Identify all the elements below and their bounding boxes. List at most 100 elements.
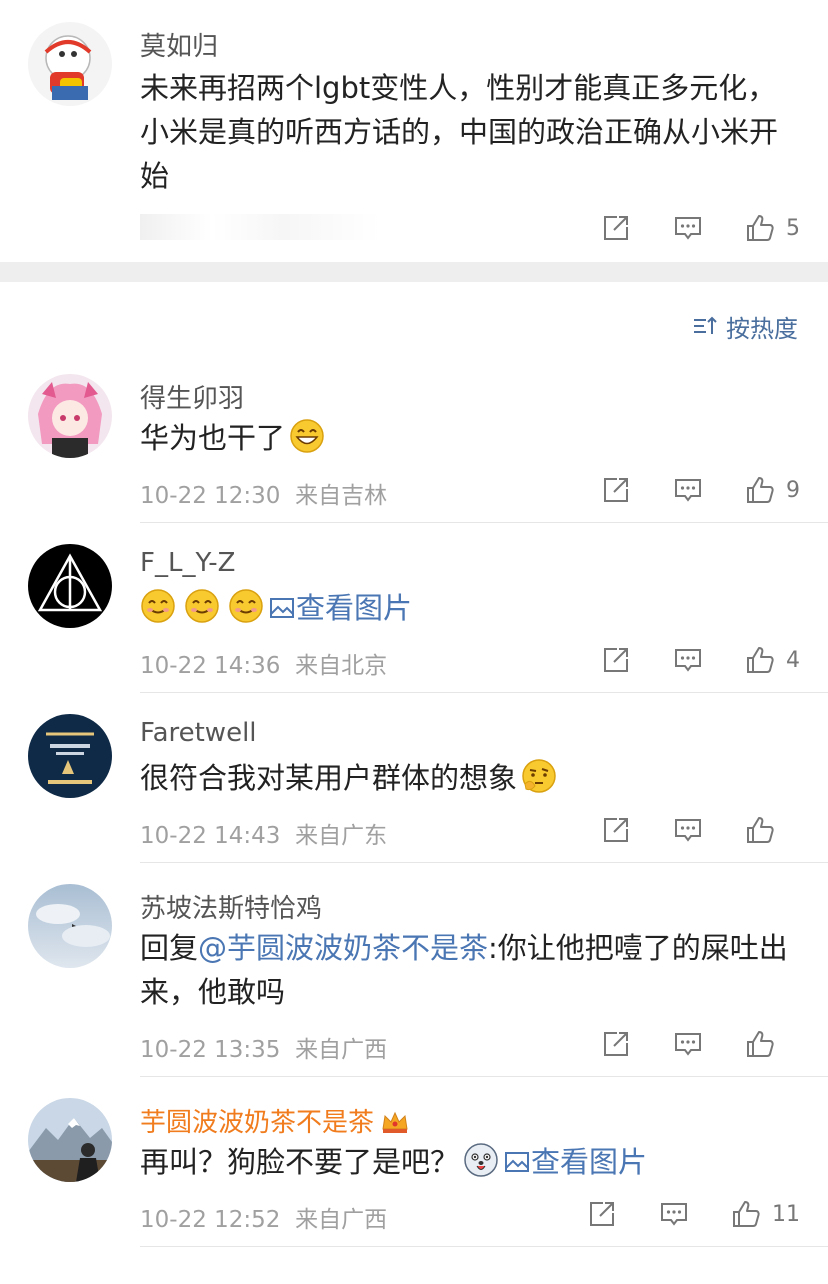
share-icon xyxy=(600,474,632,506)
like-button[interactable] xyxy=(744,1028,800,1060)
avatar[interactable] xyxy=(28,374,112,458)
comment-icon xyxy=(658,1198,690,1230)
comment-meta: 10-22 13:35 来自广西 xyxy=(140,1030,387,1064)
comment-author-name: 芋圆波波奶茶不是茶 xyxy=(140,1102,410,1139)
view-picture-link[interactable]: 查看图片 xyxy=(503,1145,647,1179)
comment-text: 很符合我对某用户群体的想象 xyxy=(140,756,800,800)
share-icon xyxy=(600,814,632,846)
comment-time: 10-22 14:43 xyxy=(140,823,281,849)
comment-text-content: 华为也干了 xyxy=(140,421,286,455)
comment-location: 来自广东 xyxy=(295,823,388,849)
thumbs-up-icon xyxy=(744,814,776,846)
doge-emoji-icon xyxy=(463,1142,499,1178)
comment-location: 来自广西 xyxy=(295,1207,388,1233)
smug-emoji-icon xyxy=(184,588,220,624)
like-button[interactable]: 4 xyxy=(744,644,800,676)
thumbs-up-icon xyxy=(744,644,776,676)
divider xyxy=(140,692,828,693)
comment-text-content: 很符合我对某用户群体的想象 xyxy=(140,761,518,795)
comment-text: 查看图片 xyxy=(140,586,800,630)
comment-icon xyxy=(672,1028,704,1060)
comment-text: 华为也干了 xyxy=(140,416,800,460)
comment-icon xyxy=(672,644,704,676)
share-button[interactable] xyxy=(600,212,632,244)
smug-emoji-icon xyxy=(228,588,264,624)
avatar[interactable] xyxy=(28,22,112,106)
like-button[interactable]: 5 xyxy=(744,212,800,244)
comment-actions: 11 xyxy=(546,1198,800,1230)
reply-button[interactable] xyxy=(672,1028,704,1060)
like-button[interactable]: 9 xyxy=(744,474,800,506)
share-button[interactable] xyxy=(586,1198,618,1230)
thumbs-up-icon xyxy=(744,212,776,244)
anime-girl-avatar-image xyxy=(28,374,112,458)
reply-button[interactable] xyxy=(672,814,704,846)
share-button[interactable] xyxy=(600,1028,632,1060)
like-count: 5 xyxy=(786,215,800,241)
reply-prefix: 回复 xyxy=(140,931,199,965)
view-picture-label: 查看图片 xyxy=(531,1145,648,1179)
grin-emoji-icon xyxy=(289,418,325,454)
comment-actions: 5 xyxy=(560,212,800,244)
comment-icon xyxy=(672,212,704,244)
reply-button[interactable] xyxy=(658,1198,690,1230)
share-icon xyxy=(600,1028,632,1060)
comment-meta: 10-22 12:52 来自广西 xyxy=(140,1200,387,1234)
avatar[interactable] xyxy=(28,714,112,798)
comment-time: 10-22 12:30 xyxy=(140,483,281,509)
mountain-photo-avatar-image xyxy=(28,1098,112,1182)
reply-button[interactable] xyxy=(672,212,704,244)
share-button[interactable] xyxy=(600,644,632,676)
view-picture-link[interactable]: 查看图片 xyxy=(268,591,412,625)
avatar[interactable] xyxy=(28,1098,112,1182)
mention-link[interactable]: @芋圆波波奶茶不是茶 xyxy=(198,931,488,965)
share-icon xyxy=(600,644,632,676)
comment-text-content: 再叫？狗脸不要了是吧？ xyxy=(140,1145,460,1179)
divider xyxy=(140,862,828,863)
thumbs-up-icon xyxy=(730,1198,762,1230)
sort-toggle[interactable]: 按热度 xyxy=(692,308,798,344)
comment-icon xyxy=(672,814,704,846)
reply-button[interactable] xyxy=(672,474,704,506)
avatar[interactable] xyxy=(28,884,112,968)
comment-actions xyxy=(560,814,800,846)
comment-meta: 10-22 14:43 来自广东 xyxy=(140,816,387,850)
comment-time: 10-22 12:52 xyxy=(140,1207,281,1233)
like-button[interactable]: 11 xyxy=(730,1198,800,1230)
sort-label: 按热度 xyxy=(726,314,798,343)
comment-actions xyxy=(560,1028,800,1060)
comment-location: 来自北京 xyxy=(295,653,388,679)
comment-text: 再叫？狗脸不要了是吧？ 查看图片 xyxy=(140,1140,800,1184)
sky-avatar-image xyxy=(28,884,112,968)
smug-emoji-icon xyxy=(140,588,176,624)
like-button[interactable] xyxy=(744,814,800,846)
doraemon-avatar-image xyxy=(28,22,112,106)
crown-icon xyxy=(382,1111,408,1133)
comment-location: 来自吉林 xyxy=(295,483,388,509)
comment-author-name[interactable]: 苏坡法斯特恰鸡 xyxy=(140,888,322,925)
view-picture-label: 查看图片 xyxy=(296,591,413,625)
section-divider xyxy=(0,262,828,282)
share-icon xyxy=(600,212,632,244)
comment-text: 回复@芋圆波波奶茶不是茶:你让他把噎了的屎吐出来，他敢吗 xyxy=(140,926,800,1014)
share-button[interactable] xyxy=(600,814,632,846)
comment-text: 未来再招两个lgbt变性人，性别才能真正多元化，小米是真的听西方话的，中国的政治… xyxy=(140,71,779,193)
comment-author-name[interactable]: F_L_Y-Z xyxy=(140,548,235,578)
like-count: 11 xyxy=(772,1201,800,1227)
blurred-meta xyxy=(140,214,380,240)
sort-icon xyxy=(694,316,717,334)
reply-button[interactable] xyxy=(672,644,704,676)
thumbs-up-icon xyxy=(744,1028,776,1060)
share-button[interactable] xyxy=(600,474,632,506)
comment-author-name[interactable]: 莫如归 xyxy=(140,26,218,63)
comment-author-name[interactable]: Faretwell xyxy=(140,718,257,748)
comment-time: 10-22 13:35 xyxy=(140,1037,281,1063)
divider xyxy=(140,522,828,523)
author-name-text[interactable]: 芋圆波波奶茶不是茶 xyxy=(140,1108,374,1138)
comment-time: 10-22 14:36 xyxy=(140,653,281,679)
avatar[interactable] xyxy=(28,544,112,628)
blue-period-avatar-image xyxy=(28,714,112,798)
comment-author-name[interactable]: 得生卯羽 xyxy=(140,378,244,415)
like-count: 4 xyxy=(786,647,800,673)
comment-meta: 10-22 12:30 来自吉林 xyxy=(140,476,387,510)
